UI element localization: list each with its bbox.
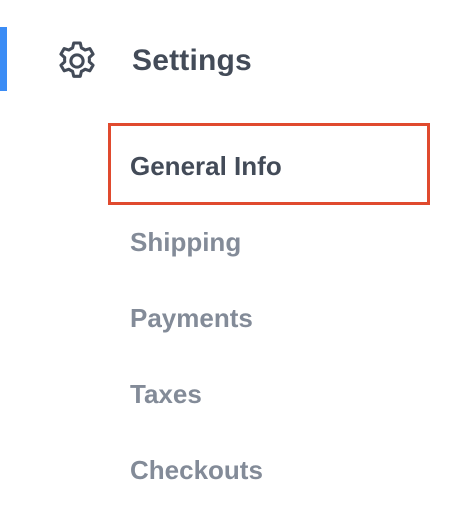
gear-icon	[54, 38, 100, 84]
settings-section-header[interactable]: Settings	[54, 36, 252, 86]
submenu-item-taxes[interactable]: Taxes	[130, 379, 202, 410]
submenu-item-general-info[interactable]: General Info	[130, 151, 282, 182]
settings-title: Settings	[132, 44, 252, 77]
active-section-indicator	[0, 27, 7, 91]
submenu-item-shipping[interactable]: Shipping	[130, 227, 241, 258]
submenu-item-checkouts[interactable]: Checkouts	[130, 455, 263, 486]
submenu-item-payments[interactable]: Payments	[130, 303, 253, 334]
